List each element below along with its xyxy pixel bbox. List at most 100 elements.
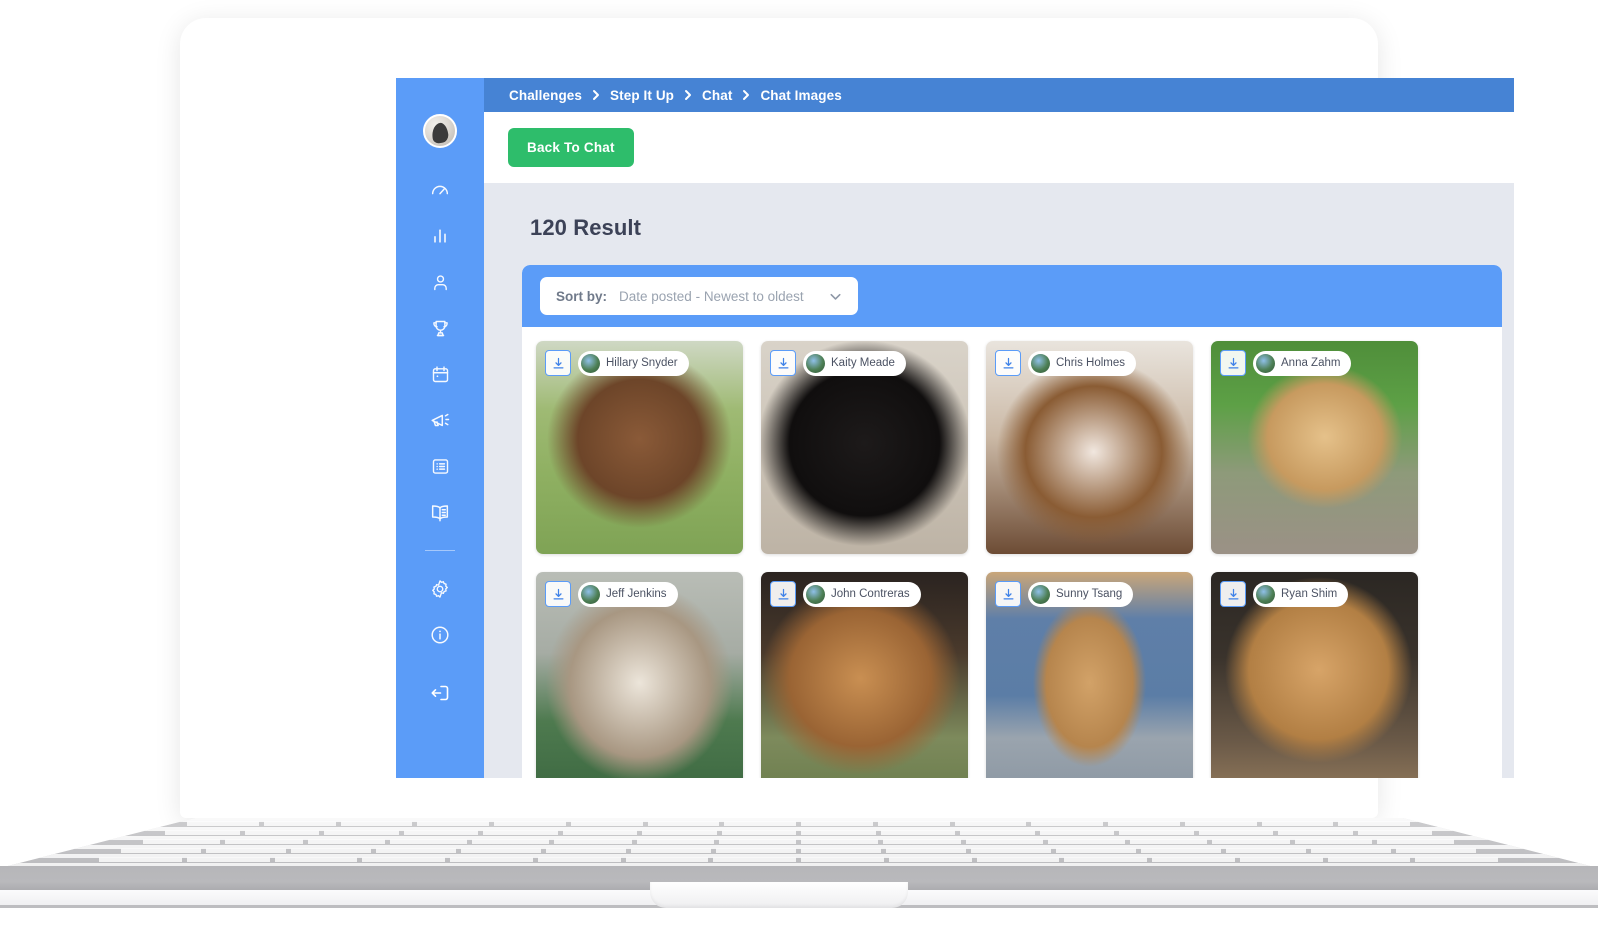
keyboard-key [389,839,467,844]
avatar [581,584,600,604]
keyboard-key [625,857,709,862]
keyboard-key [721,830,796,835]
calendar-icon [430,364,451,385]
back-to-chat-button[interactable]: Back To Chat [508,128,634,167]
keyboard-key [554,839,632,844]
sidebar-item-profile[interactable] [417,270,463,294]
keyboard-key [121,848,201,853]
avatar[interactable] [423,114,457,148]
keyboard-key [883,839,961,844]
uploader-pill[interactable]: John Contreras [803,581,921,607]
tile-overlay: Chris Holmes [995,350,1137,376]
keyboard-key [965,839,1043,844]
keyboard-key [403,830,478,835]
keyboard-key [716,848,796,853]
uploader-pill[interactable]: Sunny Tsang [1028,581,1134,607]
keyboard-key [724,821,796,826]
uploader-name: Hillary Snyder [606,357,678,369]
gallery-tile[interactable]: Chris Holmes [986,341,1193,554]
breadcrumb-item-chat[interactable]: Chat [702,88,732,103]
gallery-tile[interactable]: Anna Zahm [1211,341,1418,554]
keyboard-key [417,821,489,826]
uploader-pill[interactable]: Jeff Jenkins [578,581,678,607]
sidebar-item-calendar[interactable] [417,362,463,386]
tile-overlay: Jeff Jenkins [545,581,678,607]
sidebar-item-challenges[interactable] [417,316,463,340]
avatar [1256,584,1275,604]
keyboard-key [570,821,643,826]
keyboard-key [494,821,566,826]
results-card: Sort by: Date posted - Newest to oldest … [522,265,1502,778]
gear-icon [429,578,451,600]
sidebar-item-announcements[interactable] [417,408,463,432]
laptop-lip-notch [650,882,908,908]
download-icon[interactable] [1220,581,1246,607]
download-icon[interactable] [995,581,1021,607]
chevron-down-icon[interactable] [827,288,844,305]
keyboard-key [376,848,456,853]
gallery-tile[interactable]: Jeff Jenkins [536,572,743,778]
download-icon[interactable] [1220,350,1246,376]
logout-icon [428,681,452,710]
gauge-icon [429,179,451,201]
download-icon[interactable] [995,350,1021,376]
sidebar-item-reports[interactable] [417,224,463,248]
gallery-tile[interactable]: Kaity Meade [761,341,968,554]
breadcrumb-item-challenges[interactable]: Challenges [509,88,582,103]
keyboard-key [274,857,358,862]
keyboard-key [971,848,1051,853]
trophy-icon [430,318,451,339]
uploader-pill[interactable]: Kaity Meade [803,350,906,376]
book-icon [429,501,451,523]
gallery-tile[interactable]: Sunny Tsang [986,572,1193,778]
uploader-name: Jeff Jenkins [606,588,667,600]
breadcrumb-item-chat-images[interactable]: Chat Images [760,88,841,103]
keyboard-key [186,857,270,862]
keyboard-key [1064,857,1147,862]
keyboard-key [1376,839,1454,844]
keyboard-key [886,848,966,853]
keyboard-key [1311,848,1391,853]
bar-chart-icon [430,226,450,246]
keyboard-key [1056,848,1136,853]
sidebar-item-activities[interactable] [417,454,463,478]
download-icon[interactable] [545,581,571,607]
keyboard-key [1278,830,1353,835]
sidebar-item-resources[interactable] [417,500,463,524]
uploader-pill[interactable]: Anna Zahm [1253,350,1352,376]
sidebar-item-help[interactable] [417,623,463,647]
breadcrumb-item-step-it-up[interactable]: Step It Up [610,88,674,103]
avatar [581,353,600,373]
uploader-pill[interactable]: Hillary Snyder [578,350,689,376]
keyboard-key [1294,839,1372,844]
sidebar-item-logout[interactable] [417,682,463,708]
tile-overlay: Anna Zahm [1220,350,1352,376]
uploader-name: John Contreras [831,588,910,600]
keyboard-key [976,857,1060,862]
uploader-pill[interactable]: Ryan Shim [1253,581,1349,607]
keyboard-key [244,830,319,835]
uploader-name: Sunny Tsang [1056,588,1123,600]
toolbar: Back To Chat [484,112,1514,183]
keyboard-key [1415,857,1498,862]
gallery-tile[interactable]: Hillary Snyder [536,341,743,554]
keyboard [0,818,1598,868]
keyboard-key [1047,839,1125,844]
download-icon[interactable] [545,350,571,376]
keyboard-key [187,821,259,826]
keyboard-key [801,821,873,826]
gallery-tile[interactable]: John Contreras [761,572,968,778]
download-icon[interactable] [770,581,796,607]
sidebar-item-settings[interactable] [417,577,463,601]
uploader-pill[interactable]: Chris Holmes [1028,350,1137,376]
download-icon[interactable] [770,350,796,376]
avatar [1256,353,1275,373]
sidebar-item-dashboard[interactable] [417,178,463,202]
keyboard-key [143,839,221,844]
keyboard-key [1184,821,1257,826]
sort-select[interactable]: Sort by: Date posted - Newest to oldest [540,277,858,315]
keyboard-key [642,830,717,835]
keyboard-key [263,821,336,826]
keyboard-key [1039,830,1114,835]
gallery-tile[interactable]: Ryan Shim [1211,572,1418,778]
